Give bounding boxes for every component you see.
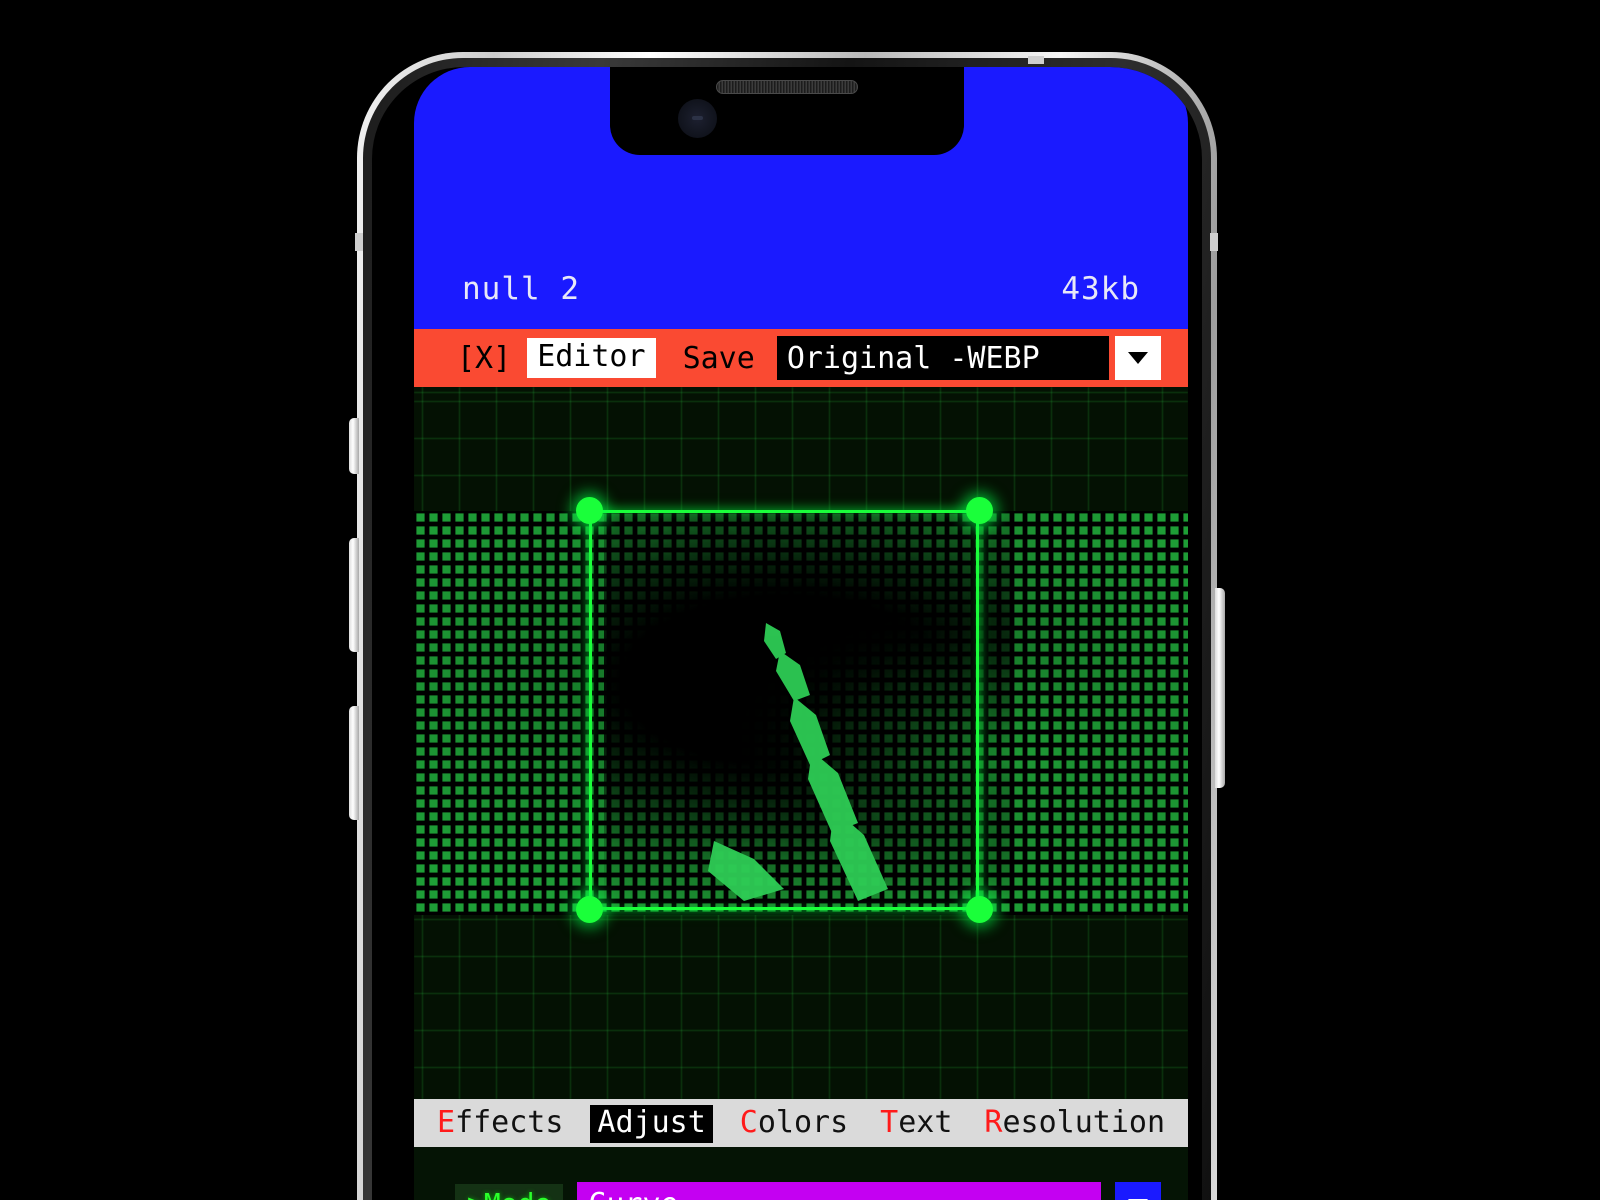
tab-bar: Effects Adjust Colors Text Resolution [414, 1099, 1188, 1147]
crop-selection-rect[interactable] [589, 510, 979, 910]
mode-label: >Mode [455, 1183, 564, 1200]
mode-dropdown-button[interactable] [1115, 1182, 1162, 1200]
close-button[interactable]: [X] [457, 341, 511, 376]
volume-up-button[interactable] [349, 538, 359, 652]
tab-effects[interactable]: Effects [432, 1105, 568, 1143]
image-canvas[interactable] [414, 387, 1188, 1099]
editor-toolbar: [X] Editor Save Original -WEBP [414, 329, 1188, 387]
volume-down-button[interactable] [349, 706, 359, 820]
phone-screen-area: null 2 43kb [X] Editor Save Original -WE… [372, 67, 1202, 1200]
tab-colors[interactable]: Colors [735, 1105, 853, 1143]
mode-select-value[interactable]: Curve [577, 1182, 1102, 1200]
tab-colors-label: olors [757, 1105, 849, 1140]
speaker-grille-icon [716, 80, 858, 94]
antenna-band-left [355, 233, 363, 251]
tab-adjust-label: djust [615, 1105, 706, 1140]
file-size-label: 43kb [1061, 271, 1140, 307]
mode-row: >Mode Curve [414, 1182, 1188, 1200]
screenshot-root: null 2 43kb [X] Editor Save Original -WE… [0, 0, 1600, 1200]
mute-switch-button[interactable] [349, 418, 359, 474]
phone-bezel: null 2 43kb [X] Editor Save Original -WE… [363, 58, 1211, 1200]
crop-handle-bottom-right[interactable] [966, 896, 993, 923]
antenna-band-top [1028, 56, 1044, 64]
front-camera-icon [678, 99, 717, 138]
format-input[interactable]: Original -WEBP [776, 336, 1109, 380]
tab-effects-initial: E [436, 1105, 456, 1140]
tab-adjust-initial: A [597, 1105, 616, 1140]
save-button[interactable]: Save [683, 341, 755, 376]
phone-frame: null 2 43kb [X] Editor Save Original -WE… [357, 52, 1217, 1200]
tab-adjust[interactable]: Adjust [590, 1105, 713, 1143]
tab-text-label: ext [898, 1105, 953, 1140]
tab-colors-initial: C [739, 1105, 758, 1140]
page-title: null 2 [462, 271, 580, 307]
chevron-down-icon [1127, 352, 1148, 364]
tab-resolution[interactable]: Resolution [979, 1105, 1170, 1143]
tab-text[interactable]: Text [875, 1105, 957, 1143]
format-dropdown-button[interactable] [1114, 336, 1161, 380]
editor-button[interactable]: Editor [527, 338, 656, 378]
power-button[interactable] [1215, 588, 1225, 788]
crop-handle-bottom-left[interactable] [576, 896, 603, 923]
tab-text-initial: T [880, 1105, 899, 1140]
tab-effects-label: ffects [455, 1105, 564, 1140]
crop-handle-top-left[interactable] [576, 497, 603, 524]
antenna-band-right [1210, 233, 1218, 251]
app-screen: null 2 43kb [X] Editor Save Original -WE… [414, 67, 1188, 1200]
tab-resolution-initial: R [984, 1105, 1003, 1140]
device-notch [610, 67, 964, 155]
crop-handle-top-right[interactable] [966, 497, 993, 524]
adjust-panel: >Mode Curve [414, 1147, 1188, 1200]
tab-resolution-label: esolution [1002, 1105, 1166, 1140]
